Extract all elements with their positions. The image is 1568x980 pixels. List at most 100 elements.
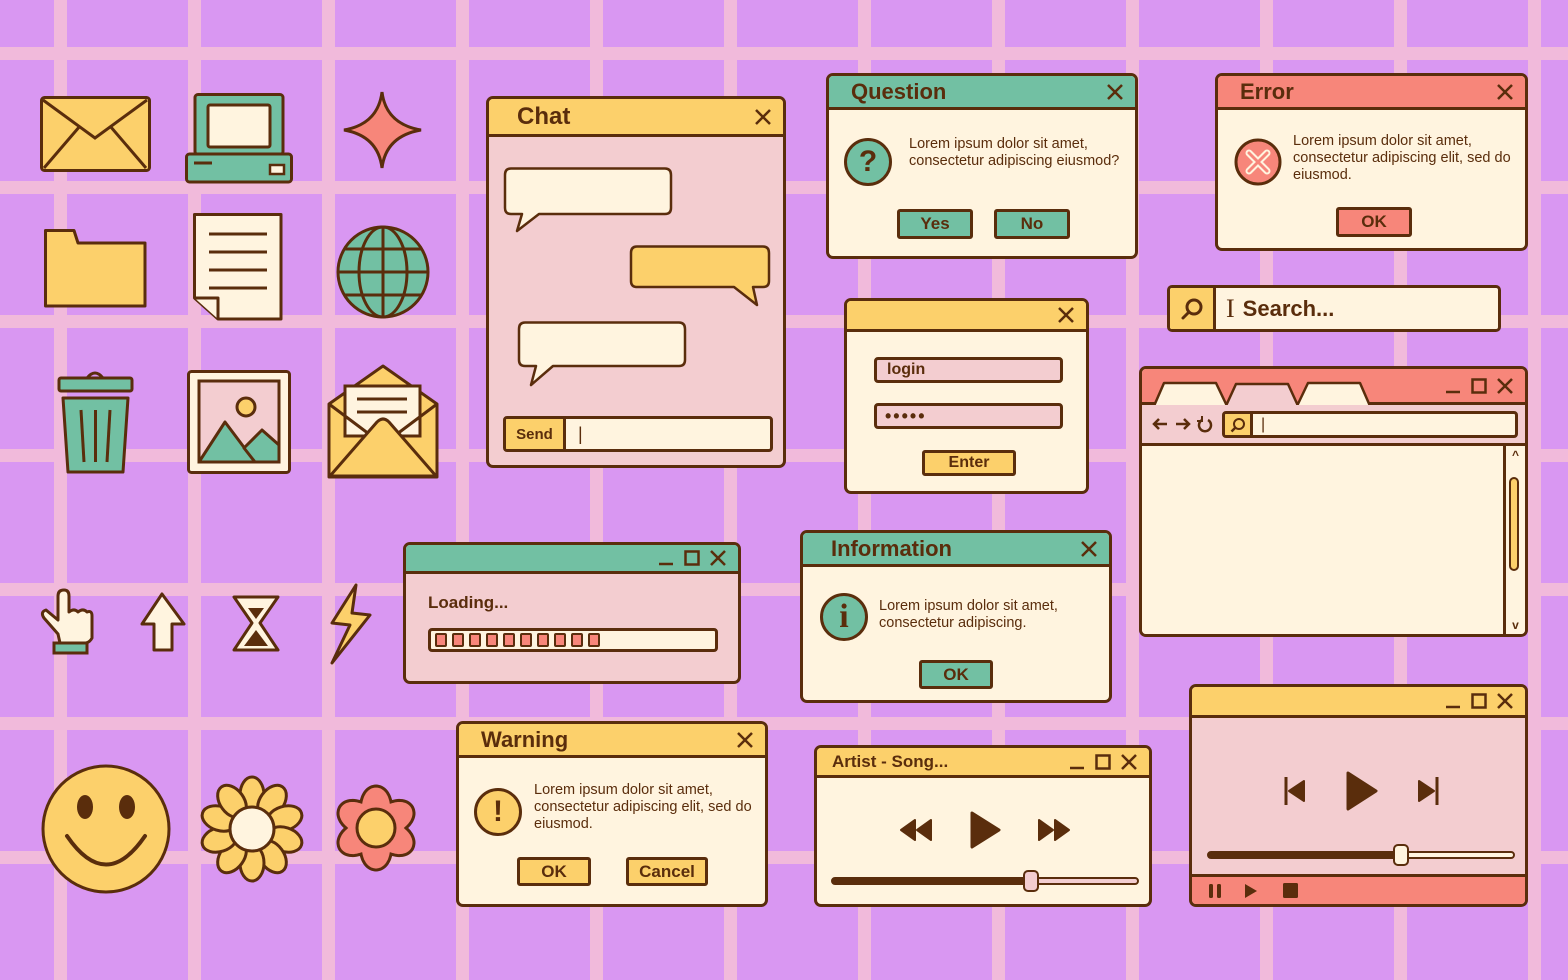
loading-window: Loading... [403, 542, 741, 684]
minimize-icon[interactable] [658, 550, 674, 566]
stop-icon[interactable] [1282, 882, 1300, 900]
close-icon[interactable] [1058, 307, 1074, 323]
maximize-icon[interactable] [1471, 693, 1487, 709]
close-icon[interactable] [1497, 378, 1513, 394]
loading-label: Loading... [428, 593, 509, 612]
chat-bubble-outgoing [629, 245, 771, 307]
skip-previous-icon[interactable] [1284, 776, 1306, 806]
chat-bubble-incoming [517, 321, 687, 387]
browser-scrollbar[interactable]: ^ v [1503, 446, 1525, 634]
smiley-icon [41, 764, 171, 894]
browser-window-controls [1445, 378, 1513, 394]
warning-cancel-button[interactable]: Cancel [626, 857, 708, 886]
close-icon[interactable] [1121, 753, 1137, 770]
trash-icon[interactable] [57, 370, 135, 476]
address-input[interactable]: | [1253, 414, 1515, 435]
progress-segment [503, 633, 515, 647]
play-small-icon[interactable] [1244, 883, 1258, 899]
minimize-icon[interactable] [1445, 693, 1461, 709]
login-field[interactable]: login [874, 357, 1063, 383]
music-seek-track[interactable] [831, 870, 1139, 892]
browser-window: | ^ v [1139, 366, 1528, 637]
search-button[interactable] [1170, 288, 1216, 329]
close-icon[interactable] [710, 550, 726, 566]
open-envelope-icon[interactable] [327, 364, 439, 482]
video-seek-thumb[interactable] [1392, 844, 1409, 866]
password-field[interactable]: ••••• [874, 403, 1063, 429]
browser-tab[interactable] [1152, 381, 1229, 407]
lightning-icon [330, 583, 372, 665]
address-search-button[interactable] [1225, 414, 1253, 435]
chat-titlebar: Chat [489, 99, 783, 137]
back-arrow-icon[interactable] [1152, 417, 1168, 431]
scroll-up-button[interactable]: ^ [1506, 448, 1525, 462]
close-icon[interactable] [1107, 83, 1123, 100]
loading-progress-bar [428, 628, 718, 652]
maximize-icon[interactable] [684, 550, 700, 566]
maximize-icon[interactable] [1471, 378, 1487, 394]
question-titlebar: Question [829, 76, 1135, 110]
scrollbar-thumb[interactable] [1509, 477, 1519, 571]
close-icon[interactable] [755, 108, 771, 125]
skip-next-icon[interactable] [1417, 776, 1439, 806]
browser-tab[interactable] [1295, 381, 1372, 407]
loading-window-controls [658, 550, 726, 566]
progress-segment [486, 633, 498, 647]
close-icon[interactable] [1497, 693, 1513, 709]
minimize-icon[interactable] [1445, 378, 1461, 394]
information-title: Information [831, 535, 952, 561]
error-title: Error [1240, 78, 1294, 104]
progress-segment [588, 633, 600, 647]
daisy-icon [200, 775, 304, 883]
search-bar[interactable]: I Search... [1167, 285, 1501, 332]
refresh-icon[interactable] [1197, 415, 1213, 433]
search-input[interactable]: I Search... [1216, 288, 1498, 329]
minimize-icon[interactable] [1069, 754, 1085, 770]
send-button[interactable]: Send [506, 419, 566, 449]
address-bar[interactable]: | [1222, 411, 1518, 438]
close-icon[interactable] [737, 731, 753, 748]
play-icon[interactable] [969, 811, 1001, 849]
fast-forward-icon[interactable] [1037, 818, 1071, 842]
maximize-icon[interactable] [1095, 753, 1111, 770]
document-icon[interactable] [193, 213, 285, 323]
search-icon [1181, 298, 1202, 319]
error-ok-button[interactable]: OK [1336, 207, 1412, 237]
error-titlebar: Error [1218, 76, 1525, 110]
progress-segment [452, 633, 464, 647]
rewind-icon[interactable] [899, 818, 933, 842]
close-icon[interactable] [1497, 83, 1513, 100]
music-seek-fill [833, 879, 1031, 883]
chat-message-input[interactable]: | [566, 419, 770, 449]
question-icon: ? [844, 138, 892, 186]
video-control-bar [1192, 874, 1525, 904]
folder-icon[interactable] [44, 229, 148, 309]
computer-icon[interactable] [185, 93, 295, 185]
chat-title: Chat [517, 102, 571, 130]
pause-icon[interactable] [1208, 883, 1222, 899]
video-seek-track[interactable] [1207, 844, 1515, 866]
scroll-down-button[interactable]: v [1506, 618, 1525, 632]
video-player-titlebar [1192, 687, 1525, 718]
globe-icon[interactable] [335, 224, 431, 320]
browser-toolbar: | [1142, 405, 1525, 446]
information-ok-button[interactable]: OK [919, 660, 993, 689]
yes-button[interactable]: Yes [897, 209, 973, 239]
information-dialog: Information i Lorem ipsum dolor sit amet… [800, 530, 1112, 703]
sparkle-icon [343, 91, 422, 169]
information-titlebar: Information [803, 533, 1109, 567]
image-icon[interactable] [187, 370, 291, 475]
envelope-icon[interactable] [40, 96, 152, 174]
play-icon[interactable] [1345, 771, 1379, 811]
search-icon [1230, 417, 1245, 432]
progress-segment [554, 633, 566, 647]
enter-button[interactable]: Enter [922, 450, 1016, 476]
close-icon[interactable] [1081, 540, 1097, 557]
warning-icon: ! [474, 788, 522, 836]
warning-ok-button[interactable]: OK [517, 857, 591, 886]
music-seek-thumb[interactable] [1022, 870, 1039, 892]
music-window-controls [1069, 753, 1137, 770]
information-message: Lorem ipsum dolor sit amet, consectetur … [879, 598, 1058, 631]
forward-arrow-icon[interactable] [1175, 417, 1191, 431]
no-button[interactable]: No [994, 209, 1070, 239]
